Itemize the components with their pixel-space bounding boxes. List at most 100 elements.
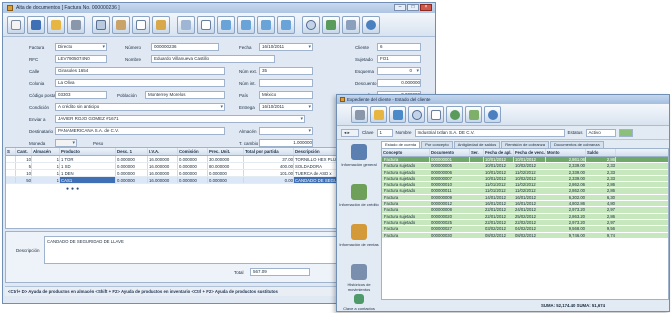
col-monto[interactable]: Monto	[546, 149, 586, 156]
colonia-field[interactable]: La Oliva	[55, 79, 225, 87]
dot-icon[interactable]: ●	[66, 186, 69, 192]
sujetado-field[interactable]: FO1	[377, 55, 421, 63]
col-serie[interactable]: Ser.	[470, 149, 484, 156]
tcambio-field[interactable]: 1.000000	[259, 139, 313, 147]
col-comision[interactable]: Comisión	[178, 148, 208, 155]
sidebar-item-sales[interactable]: Información de ventas	[339, 221, 379, 261]
pais-field[interactable]: México	[259, 91, 313, 99]
first-button[interactable]	[217, 15, 235, 34]
sidebar-item-credit[interactable]: Información de crédito	[339, 181, 379, 221]
close-button[interactable]: ×	[420, 4, 432, 11]
col-fecha-apl[interactable]: Fecha de apl.	[484, 149, 514, 156]
sidebar-item-general[interactable]: Información general	[339, 141, 379, 181]
document-button[interactable]	[132, 15, 150, 34]
open-button[interactable]	[47, 15, 65, 34]
maximize-button[interactable]: □	[407, 4, 419, 11]
help-button[interactable]	[484, 106, 501, 123]
cell: 000000025	[430, 219, 470, 226]
print-button[interactable]	[67, 15, 85, 34]
refresh-button[interactable]	[446, 106, 463, 123]
col-cant[interactable]: Cant.	[16, 148, 32, 155]
esquema-field[interactable]: 0	[377, 67, 421, 75]
fecha-label: Fecha	[239, 45, 252, 50]
col-documento[interactable]: Documento	[430, 149, 470, 156]
export-button[interactable]	[465, 106, 482, 123]
col-producto[interactable]: Producto	[60, 148, 116, 155]
col-precio[interactable]: Prec. Unit.	[208, 148, 244, 155]
last-button[interactable]	[277, 15, 295, 34]
cp-field[interactable]: 03303	[55, 91, 107, 99]
descripcion-field[interactable]: CANDADO DE SEGURIDAD DE LLAVE	[44, 236, 344, 264]
copy-button[interactable]	[92, 15, 110, 34]
tab-documentos[interactable]: Documentos de cobranza	[550, 141, 604, 148]
sales-info-icon	[351, 224, 367, 240]
table-row[interactable]: Factura 000000030 08/02/2012 08/02/2012 9,74…	[382, 232, 668, 239]
cell: Factura	[382, 226, 430, 232]
clave-field[interactable]: 1	[376, 128, 393, 137]
print-button[interactable]	[351, 106, 368, 123]
dot-icon[interactable]: ●	[76, 186, 79, 192]
nav-arrows[interactable]: ◂ ▸	[341, 128, 359, 137]
col-total[interactable]: Total por partida	[244, 148, 294, 155]
cell	[470, 157, 484, 163]
filter-button[interactable]	[389, 106, 406, 123]
tab-estado-cuenta[interactable]: Estado de cuenta	[381, 141, 421, 148]
cell	[6, 170, 16, 176]
col-saldo[interactable]: Saldo	[586, 149, 616, 156]
entrega-field[interactable]: 16/10/2011	[259, 103, 313, 111]
esquema-label: Esquema	[355, 69, 375, 74]
moneda-select[interactable]	[55, 139, 77, 147]
cliente-field[interactable]: 6	[377, 43, 421, 51]
destinatario-field[interactable]: PANAMERICANA S.A. de C.V.	[55, 127, 225, 135]
cell-editing[interactable]: CAS1	[60, 177, 116, 183]
rfc-field[interactable]: LEV7905074N0	[55, 55, 107, 63]
paste-button[interactable]	[112, 15, 130, 34]
cell: 22/02/2012	[514, 219, 546, 226]
descuento-field[interactable]: 0.000000	[377, 79, 421, 87]
cell: 0.00	[244, 177, 294, 183]
cell: 2,86	[586, 213, 616, 219]
num-ext-field[interactable]: 35	[259, 67, 313, 75]
folder-button[interactable]	[370, 106, 387, 123]
nombre-field[interactable]: Eduardo Villanueva Castillo	[151, 55, 275, 63]
calle-field[interactable]: Girasoles 1654	[55, 67, 225, 75]
numero-field[interactable]: 000000236	[151, 43, 219, 51]
mail-button[interactable]	[427, 106, 444, 123]
col-almacen[interactable]: Almacén	[32, 148, 60, 155]
export-button[interactable]	[322, 15, 340, 34]
condicion-select[interactable]: A crédito sin anticipo	[55, 103, 225, 111]
prev-button[interactable]	[237, 15, 255, 34]
dot-icon[interactable]: ●	[71, 186, 74, 192]
search-button[interactable]	[302, 15, 320, 34]
estatus-field[interactable]: Activo	[585, 128, 616, 137]
almacen-select[interactable]	[259, 127, 313, 135]
next-button[interactable]	[257, 15, 275, 34]
cell: 9,74	[586, 232, 616, 238]
col-concepto[interactable]: Concepto	[382, 149, 430, 156]
nombre-field[interactable]: Industrial Ixtlan S.A. DE C.V.	[414, 128, 565, 137]
tab-por-concepto[interactable]: Por concepto	[421, 141, 453, 148]
tab-antiguedad[interactable]: Antigüedad de saldos	[453, 141, 501, 148]
col-iva[interactable]: I.V.A.	[148, 148, 178, 155]
poblacion-field[interactable]: Monterrey Morelos	[145, 91, 225, 99]
new-button[interactable]	[7, 15, 25, 34]
help-button[interactable]	[362, 15, 380, 34]
minimize-button[interactable]: –	[394, 4, 406, 11]
action-button[interactable]	[618, 128, 633, 137]
factura-select[interactable]: Directo	[55, 43, 107, 51]
account-statement-grid[interactable]: Concepto Documento Ser. Fecha de apl. Fe…	[381, 148, 669, 300]
config-button[interactable]	[342, 15, 360, 34]
col-desc1[interactable]: Desc. 1	[116, 148, 148, 155]
fecha-field[interactable]: 16/10/2011	[259, 43, 313, 51]
report-button[interactable]	[197, 15, 215, 34]
send-button[interactable]	[152, 15, 170, 34]
num-int-field[interactable]	[259, 79, 313, 87]
enviar-select[interactable]: JAVIER ROJO GOMEZ #1671	[55, 115, 305, 123]
copy-doc-button[interactable]	[177, 15, 195, 34]
search-button[interactable]	[408, 106, 425, 123]
col-s[interactable]: S	[6, 148, 16, 155]
sidebar-item-contacts[interactable]: Clave a contactos	[339, 291, 379, 313]
tab-remision[interactable]: Remisión de cobranza	[501, 141, 550, 148]
save-button[interactable]	[27, 15, 45, 34]
col-fecha-venc[interactable]: Fecha de venc.	[514, 149, 546, 156]
